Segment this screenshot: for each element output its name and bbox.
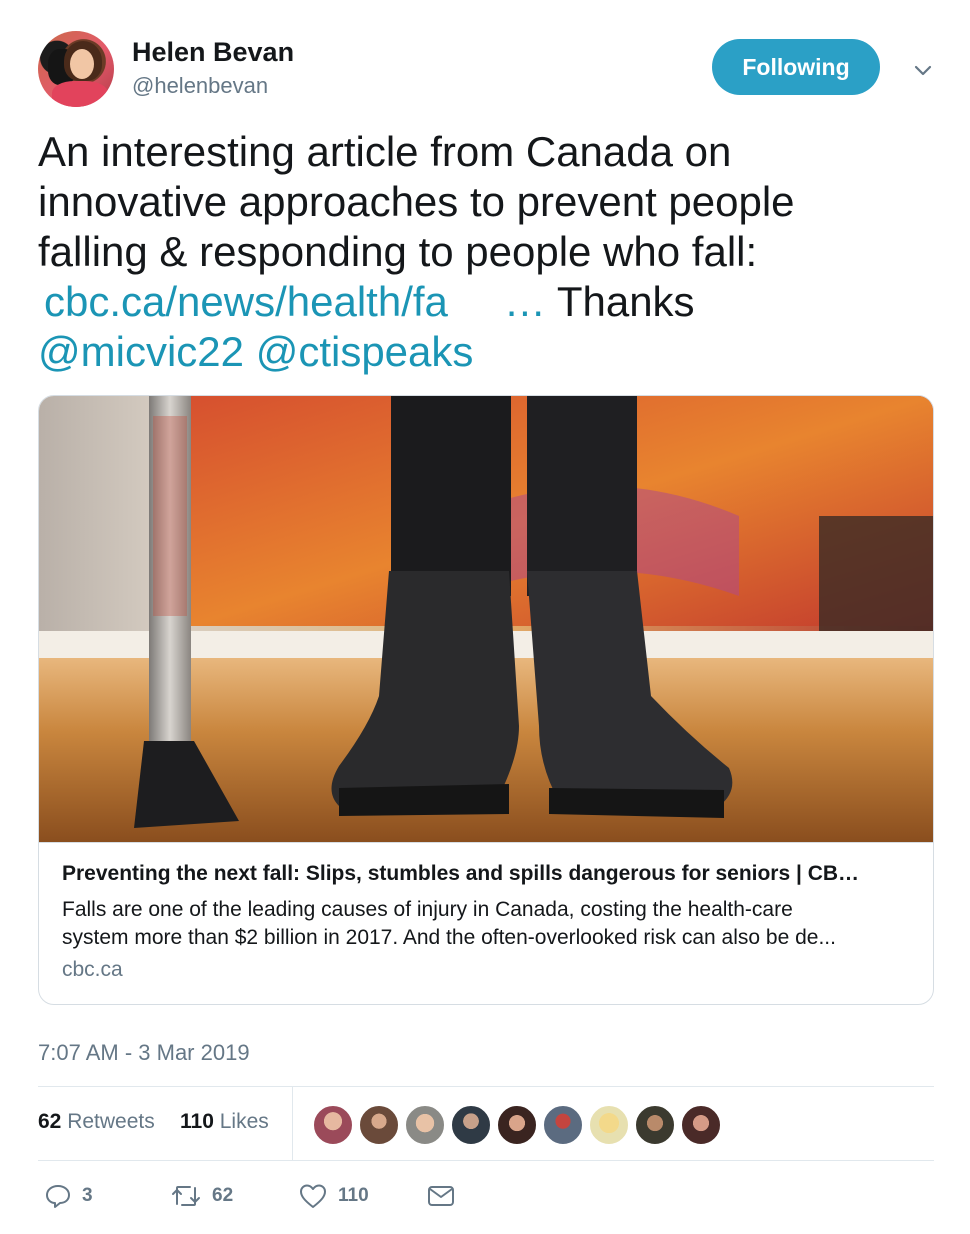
avatar-face [70, 49, 94, 79]
liker-avatar[interactable] [542, 1104, 584, 1146]
card-description-line: Falls are one of the leading causes of i… [62, 898, 793, 921]
tweet-text: An interesting article from Canada on in… [38, 127, 948, 377]
tweet-link-ellipsis[interactable]: … [504, 278, 546, 325]
liker-avatar[interactable] [588, 1104, 630, 1146]
mention-link[interactable]: @micvic22 [38, 328, 244, 375]
liker-avatar[interactable] [312, 1104, 354, 1146]
card-description: Falls are one of the leading causes of i… [62, 896, 912, 952]
like-button[interactable]: 110 [298, 1182, 369, 1210]
mention-link[interactable]: @ctispeaks [256, 328, 474, 375]
reply-button[interactable]: 3 [44, 1182, 93, 1210]
card-image[interactable] [39, 396, 933, 842]
liker-avatar[interactable] [404, 1104, 446, 1146]
reply-count: 3 [82, 1185, 93, 1206]
photo-right-sole [549, 788, 724, 818]
likes-label: Likes [219, 1110, 269, 1133]
divider [38, 1086, 934, 1087]
direct-message-button[interactable] [426, 1182, 456, 1210]
stats-divider [292, 1087, 293, 1161]
link-preview-card[interactable]: Preventing the next fall: Slips, stumble… [38, 395, 934, 1005]
card-description-line: system more than $2 billion in 2017. And… [62, 926, 836, 949]
author-avatar[interactable] [38, 31, 114, 107]
liker-avatar[interactable] [680, 1104, 722, 1146]
following-button[interactable]: Following [712, 39, 880, 95]
retweets-count: 62 [38, 1110, 62, 1133]
author-name[interactable]: Helen Bevan [132, 37, 294, 68]
retweets-label: Retweets [67, 1110, 155, 1133]
like-count: 110 [338, 1185, 369, 1206]
reply-icon [46, 1185, 70, 1208]
chevron-down-icon[interactable] [909, 56, 937, 84]
card-title[interactable]: Preventing the next fall: Slips, stumble… [62, 862, 912, 886]
retweet-button[interactable]: 62 [170, 1182, 233, 1210]
tweet-link[interactable]: cbc.ca/news/health/fa [44, 278, 448, 325]
liker-avatar[interactable] [496, 1104, 538, 1146]
tweet-text-line: cbc.ca/news/health/fa … Thanks [38, 277, 948, 327]
tweet-timestamp[interactable]: 7:07 AM - 3 Mar 2019 [38, 1040, 250, 1066]
liker-avatar[interactable] [634, 1104, 676, 1146]
photo-right-leg [527, 396, 637, 596]
photo-left-sole [339, 784, 509, 816]
avatar-shirt [52, 81, 108, 107]
photo-cane-pattern [153, 416, 187, 616]
retweet-count: 62 [212, 1185, 234, 1206]
tweet-text-line: An interesting article from Canada on [38, 128, 732, 175]
tweet-text-line: falling & responding to people who fall: [38, 228, 758, 275]
author-handle[interactable]: @helenbevan [132, 73, 268, 99]
tweet-text-line: @micvic22 @ctispeaks [38, 327, 948, 377]
likes-stat[interactable]: 110 Likes [180, 1110, 269, 1134]
envelope-icon [428, 1186, 454, 1206]
photo-left-leg [391, 396, 511, 596]
liker-avatar[interactable] [450, 1104, 492, 1146]
liker-avatar[interactable] [358, 1104, 400, 1146]
tweet-thanks: Thanks [556, 278, 695, 325]
tweet-text-line: innovative approaches to prevent people [38, 178, 795, 225]
retweet-icon [172, 1186, 200, 1206]
card-domain: cbc.ca [62, 958, 123, 981]
card-body: Preventing the next fall: Slips, stumble… [39, 842, 933, 1004]
retweets-stat[interactable]: 62 Retweets [38, 1110, 155, 1134]
heart-icon [300, 1184, 326, 1208]
divider [38, 1160, 934, 1161]
likes-count: 110 [180, 1110, 214, 1133]
